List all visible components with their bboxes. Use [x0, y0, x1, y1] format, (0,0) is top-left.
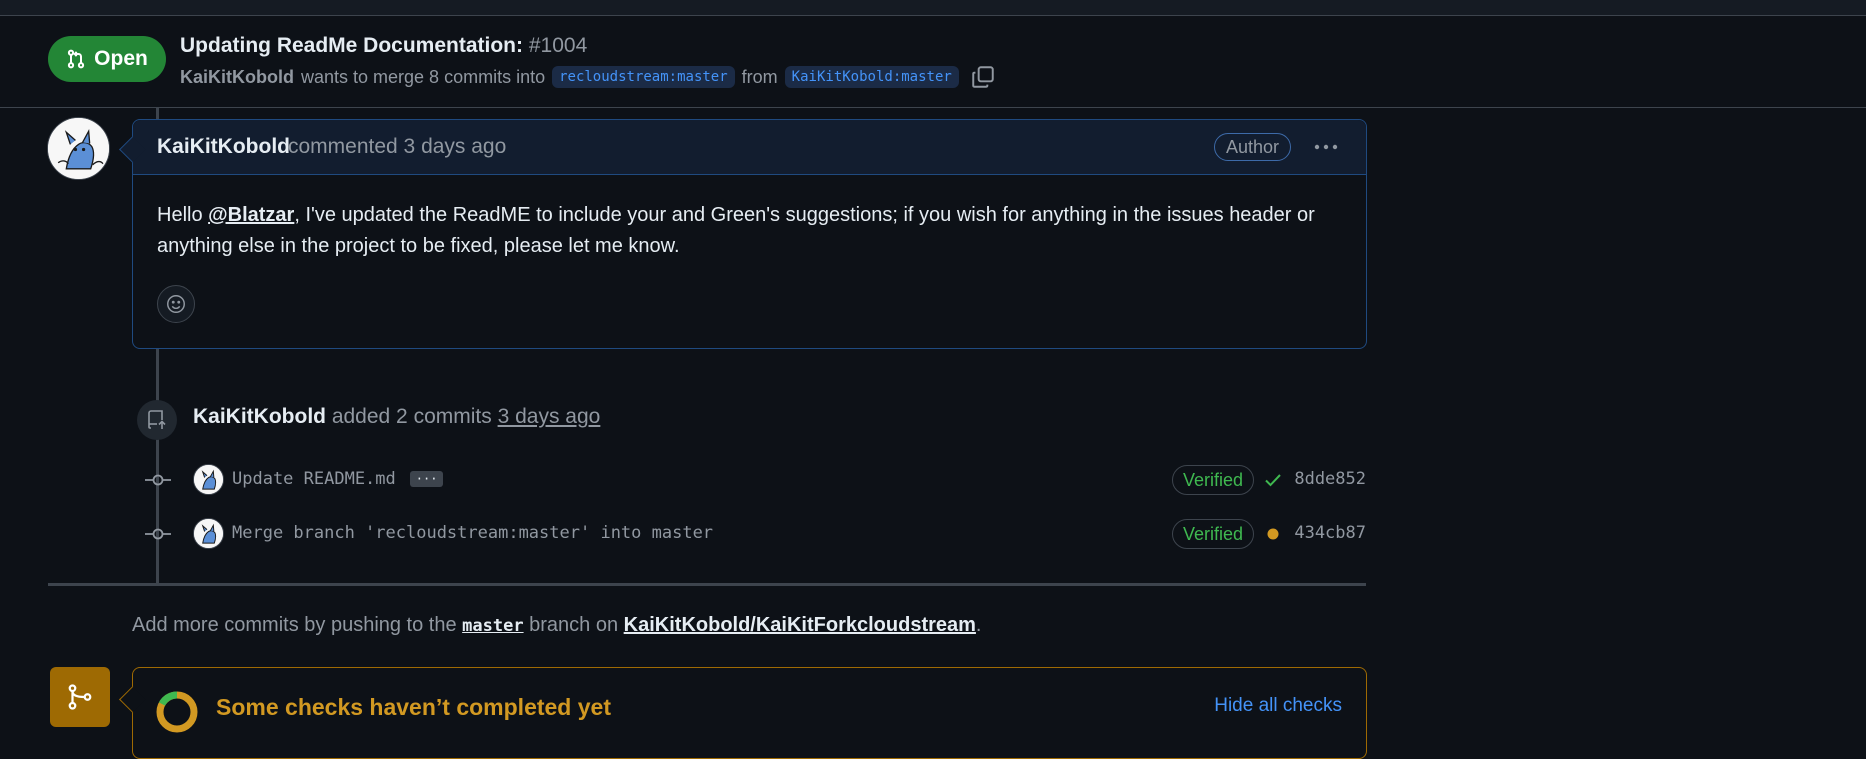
checks-title: Some checks haven’t completed yet	[216, 694, 611, 720]
kobold-avatar-icon	[48, 118, 109, 179]
pr-state-badge: Open	[48, 36, 166, 82]
pr-merge-text: wants to merge 8 commits into	[301, 66, 546, 87]
avatar[interactable]	[47, 117, 110, 180]
event-actor-link[interactable]: KaiKitKobold	[193, 405, 326, 428]
add-reaction-button[interactable]	[157, 285, 195, 323]
pending-dot-icon[interactable]	[1264, 525, 1282, 543]
commit-author-avatar[interactable]	[193, 464, 224, 495]
event-action: added 2 commits	[331, 405, 492, 428]
pr-author-link[interactable]: KaiKitKobold	[180, 67, 294, 88]
kebab-horizontal-icon[interactable]	[1311, 136, 1341, 158]
commit-event-text: KaiKitKobold added 2 commits 3 days ago	[193, 405, 600, 429]
commit-message-link[interactable]: Merge branch 'recloudstream:master' into…	[232, 523, 713, 543]
push-note: Add more commits by pushing to the maste…	[132, 614, 981, 637]
checks-box: Some checks haven’t completed yet Hide a…	[119, 667, 1367, 759]
comment-author-link[interactable]: KaiKitKobold	[157, 135, 290, 159]
pr-title: Updating ReadMe Documentation: #1004	[180, 34, 587, 58]
comment-header: KaiKitKobold commented 3 days ago Author	[119, 120, 1366, 175]
commit-row: Update README.md ··· Verified 8dde852	[140, 463, 1366, 497]
comment-text: , I've updated the ReadME to include you…	[157, 204, 1315, 257]
verified-badge[interactable]: Verified	[1171, 465, 1254, 495]
push-note-suffix: .	[975, 614, 982, 636]
commit-sha-link[interactable]: 8dde852	[1294, 469, 1366, 489]
pr-subtitle: KaiKitKobold wants to merge 8 commits in…	[180, 62, 996, 92]
commit-message-link[interactable]: Update README.md	[232, 469, 396, 489]
push-note-prefix: Add more commits by pushing to the	[132, 614, 463, 636]
smiley-icon	[167, 295, 185, 313]
top-bar	[0, 0, 1866, 16]
pr-header: Open Updating ReadMe Documentation: #100…	[0, 16, 1866, 108]
verified-badge[interactable]: Verified	[1171, 519, 1254, 549]
comment-pointer	[119, 136, 146, 163]
pr-number: #1004	[528, 34, 588, 57]
event-icon	[137, 400, 177, 440]
pr-state-label: Open	[94, 47, 148, 70]
user-mention-link[interactable]: @Blatzar	[208, 204, 294, 226]
event-time-link[interactable]: 3 days ago	[498, 405, 601, 428]
head-branch-label[interactable]: KaiKitKobold:master	[784, 66, 959, 88]
commit-message: Merge branch 'recloudstream:master' into…	[232, 523, 713, 543]
branch-link[interactable]: master	[462, 616, 523, 636]
base-branch-label[interactable]: recloudstream:master	[552, 66, 735, 88]
git-commit-icon	[145, 474, 171, 486]
commit-message: Update README.md ···	[232, 469, 444, 489]
author-badge: Author	[1214, 133, 1292, 161]
comment-text-prefix: Hello	[157, 204, 209, 226]
repo-push-icon	[148, 410, 166, 429]
pending-checks-ring-icon	[156, 691, 198, 733]
push-note-middle: branch on	[523, 614, 624, 636]
git-commit-icon	[145, 528, 171, 540]
kobold-avatar-icon	[194, 465, 223, 494]
comment-body: Hello @Blatzar, I've updated the ReadME …	[157, 200, 1347, 262]
check-icon[interactable]	[1264, 471, 1282, 489]
commit-sha-link[interactable]: 434cb87	[1294, 523, 1366, 543]
hide-all-checks-button[interactable]: Hide all checks	[1214, 695, 1342, 717]
comment-timestamp[interactable]: commented 3 days ago	[288, 135, 506, 159]
checks-pointer	[119, 686, 146, 713]
commit-row: Merge branch 'recloudstream:master' into…	[140, 517, 1366, 551]
merge-status-icon	[50, 667, 110, 727]
pr-from-text: from	[741, 66, 778, 87]
expand-commit-button[interactable]: ···	[409, 471, 444, 487]
repo-link[interactable]: KaiKitKobold/KaiKitForkcloudstream	[624, 614, 976, 636]
pull-request-icon	[68, 49, 85, 69]
copy-icon[interactable]	[970, 64, 996, 90]
pr-title-text: Updating ReadMe Documentation:	[180, 34, 524, 57]
git-merge-icon	[68, 684, 92, 710]
commit-author-avatar[interactable]	[193, 518, 224, 549]
timeline-divider	[48, 583, 1366, 586]
comment-box: KaiKitKobold commented 3 days ago Author…	[119, 119, 1367, 349]
kobold-avatar-icon	[194, 519, 223, 548]
